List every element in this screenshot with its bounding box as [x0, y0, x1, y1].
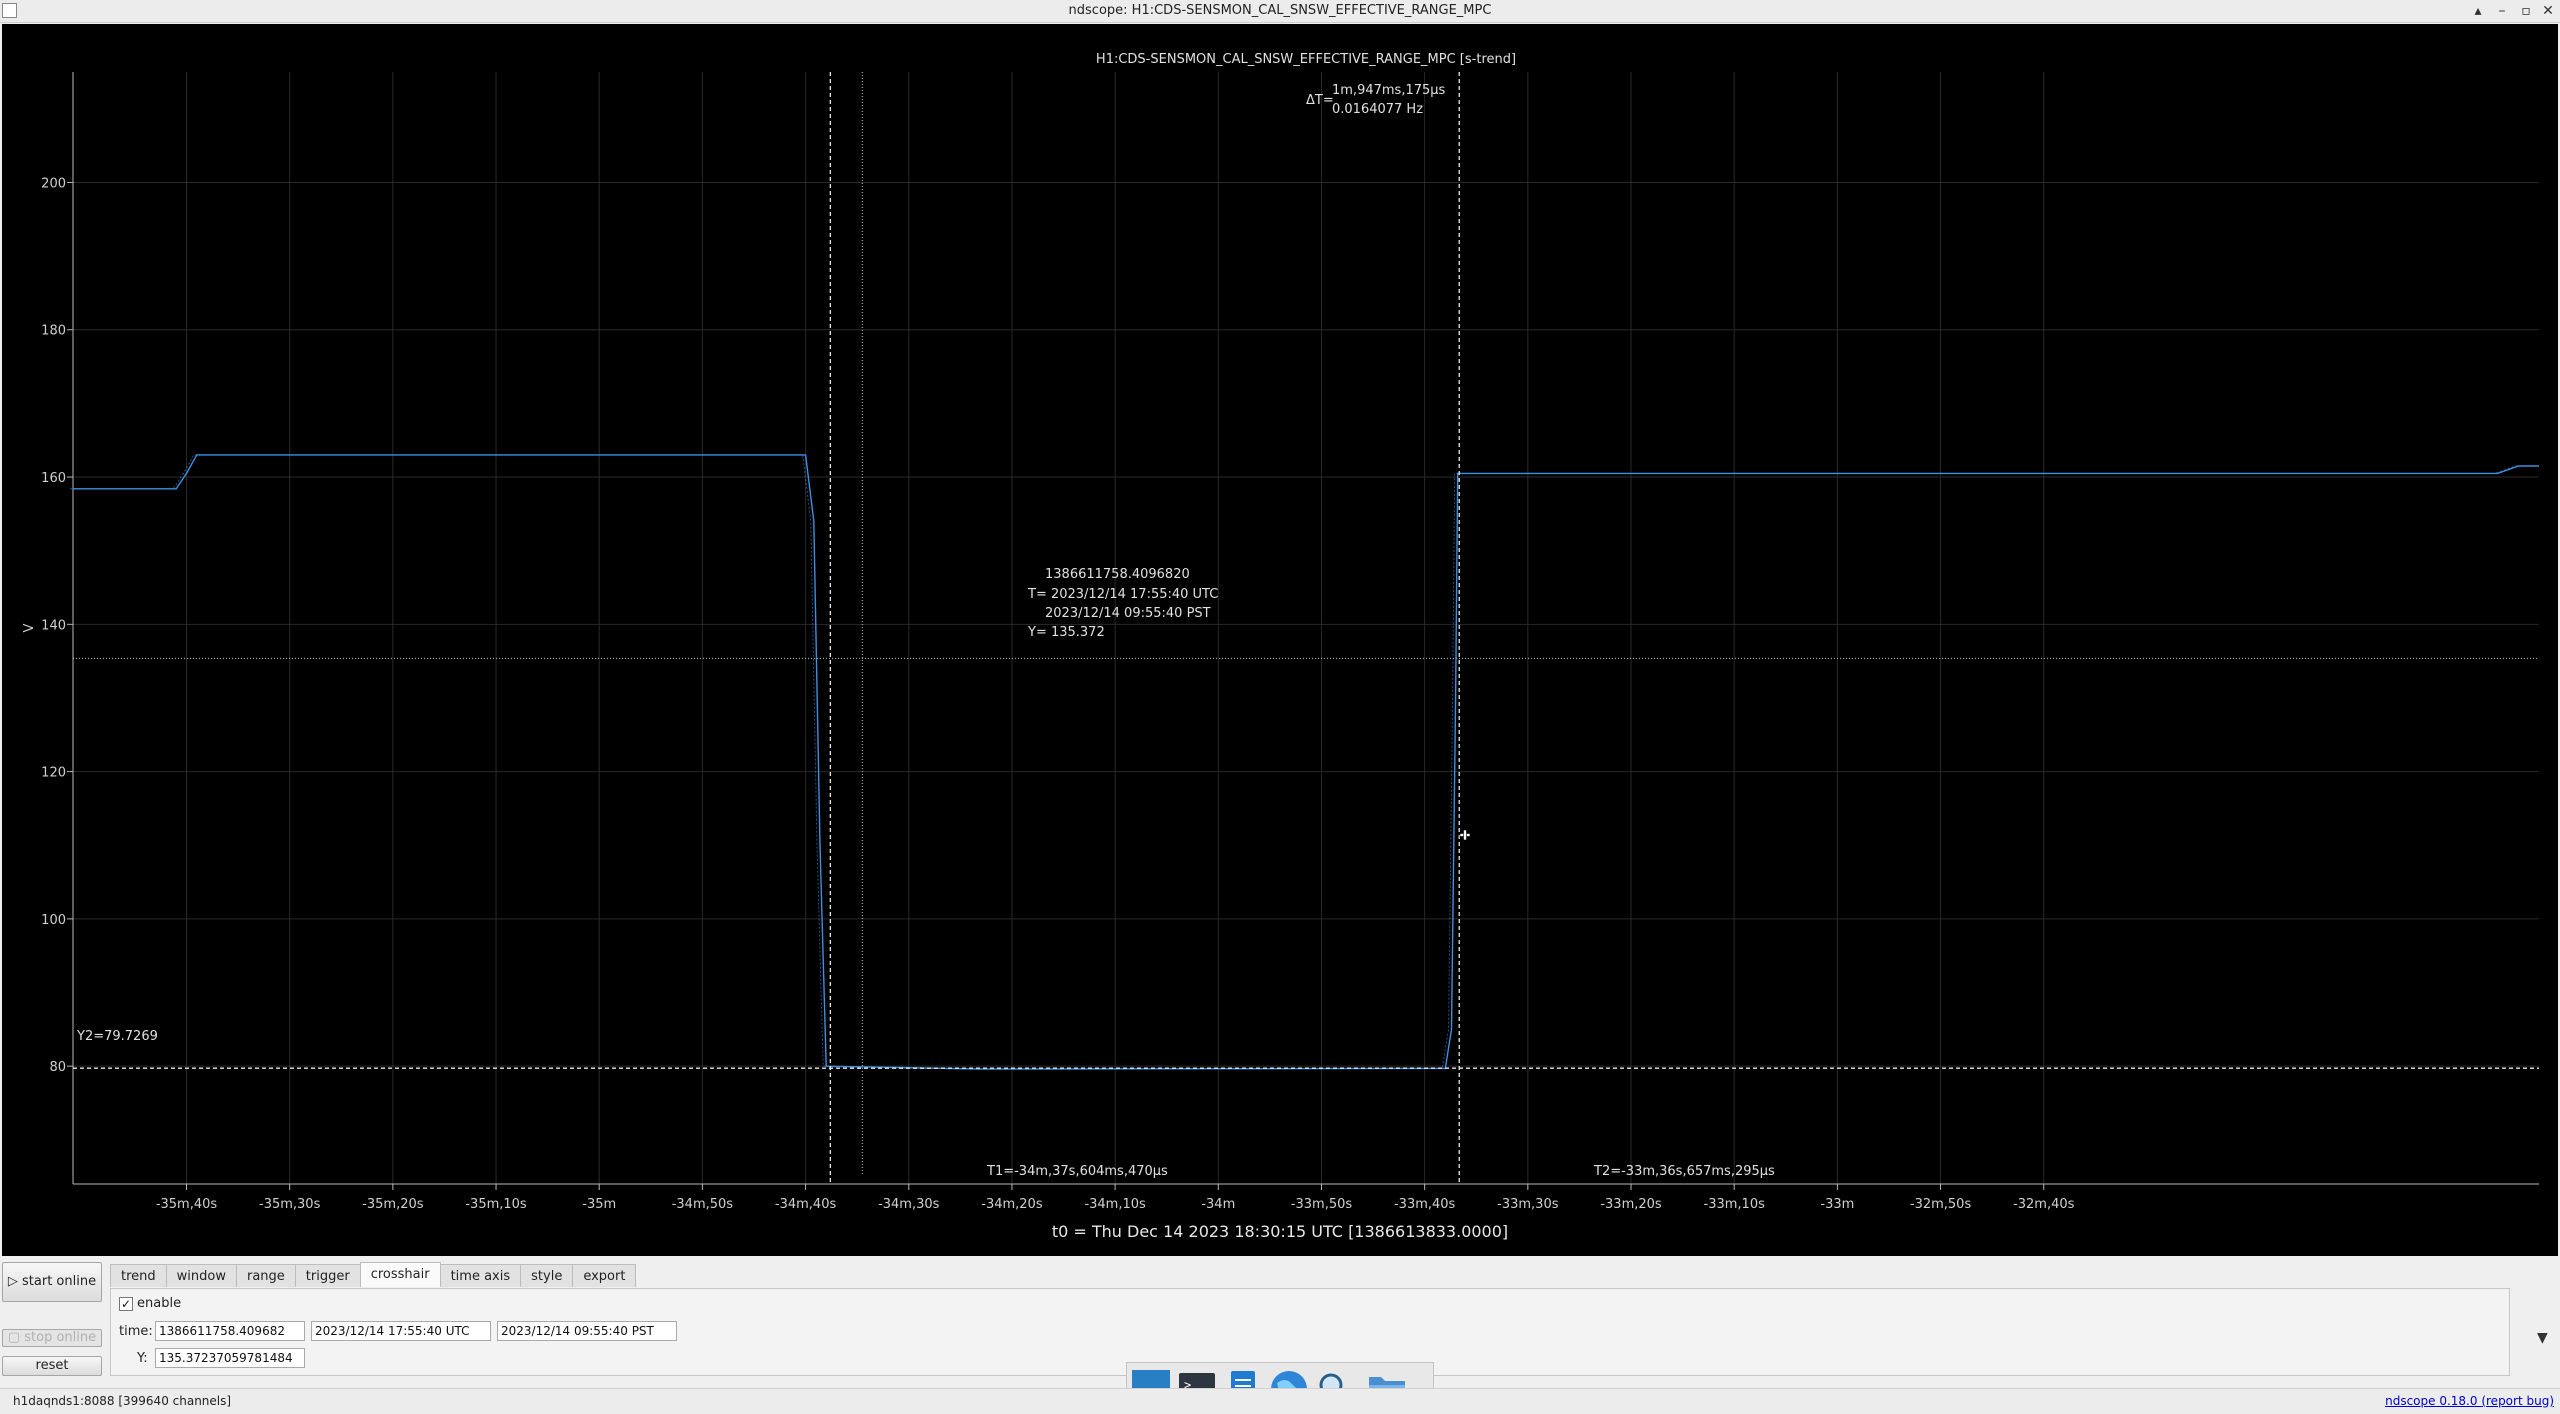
y-axis-label: V: [22, 623, 37, 632]
x-tick-label: -35m,10s: [465, 1197, 527, 1212]
crosshair-utc-readout: T= 2023/12/14 17:55:40 UTC: [1027, 587, 1218, 602]
x-tick-label: -32m,50s: [1910, 1197, 1972, 1212]
reset-button[interactable]: reset: [2, 1356, 102, 1376]
x-tick-label: -34m: [1201, 1197, 1235, 1212]
cursor-layer[interactable]: [73, 72, 2539, 1184]
y-tick-label: 140: [41, 618, 66, 633]
tab-trigger[interactable]: trigger: [294, 1264, 361, 1287]
t2-cursor-label: T2=-33m,36s,657ms,295μs: [1593, 1164, 1775, 1179]
shade-window-icon[interactable]: ▴: [2468, 1, 2488, 21]
crosshair-pst-readout: 2023/12/14 09:55:40 PST: [1045, 606, 1211, 621]
delta-t-label: ΔT=: [1306, 93, 1334, 108]
enable-checkbox[interactable]: ✓: [119, 1297, 133, 1311]
channel-title: H1:CDS-SENSMON_CAL_SNSW_EFFECTIVE_RANGE_…: [1096, 52, 1516, 67]
delta-t-value: 1m,947ms,175μs: [1332, 83, 1446, 98]
stop-online-button[interactable]: ▢ stop online: [2, 1329, 102, 1347]
x-tick-label: -33m,50s: [1291, 1197, 1353, 1212]
x-tick-label: -34m,40s: [775, 1197, 837, 1212]
crosshair-y-readout: Y= 135.372: [1027, 625, 1105, 640]
trace-envelope-0: [70, 454, 2536, 1070]
x-tick-label: -35m,40s: [156, 1197, 218, 1212]
x-ticks: -35m,40s -35m,30s -35m,20s -35m,10s -35m -34m…: [156, 1184, 2075, 1212]
tab-crosshair[interactable]: crosshair: [359, 1262, 441, 1287]
minimize-window-icon[interactable]: –: [2492, 1, 2512, 21]
window-title: ndscope: H1:CDS-SENSMON_CAL_SNSW_EFFECTI…: [1068, 3, 1492, 18]
y-tick-label: 200: [41, 176, 66, 191]
y-tick-label: 160: [41, 471, 66, 486]
plot-canvas[interactable]: 80100120140160180200 -35m,40s -35m,30s -35…: [2, 24, 2558, 1256]
time-pst-field[interactable]: 2023/12/14 09:55:40 PST: [497, 1321, 677, 1341]
tab-time-axis[interactable]: time axis: [439, 1264, 522, 1287]
status-bar: h1daqnds1:8088 [399640 channels] ndscope…: [0, 1388, 2560, 1414]
mouse-pointer-icon: [1459, 829, 1471, 841]
y-tick-label: 120: [41, 766, 66, 781]
y-label: Y:: [137, 1351, 148, 1366]
axes: [72, 72, 2539, 1185]
x-tick-label: -34m,20s: [981, 1197, 1043, 1212]
x-tick-label: -33m,30s: [1497, 1197, 1559, 1212]
trace-line-0: [73, 454, 2539, 1070]
report-bug-link[interactable]: (report bug): [2481, 1394, 2554, 1408]
server-status: h1daqnds1:8088 [399640 channels]: [13, 1394, 232, 1408]
time-utc-field[interactable]: 2023/12/14 17:55:40 UTC: [311, 1321, 491, 1341]
start-online-button[interactable]: ▷ start online: [2, 1262, 102, 1302]
y-tick-label: 80: [49, 1060, 66, 1075]
trace-layer: [70, 454, 2539, 1070]
x-tick-label: -33m,10s: [1704, 1197, 1766, 1212]
plot-area[interactable]: 80 100 120 140 160 180 200 -35m,40s -35m,30s -35…: [2, 24, 2558, 1256]
close-window-icon[interactable]: ✕: [2538, 1, 2558, 21]
tab-export[interactable]: export: [572, 1264, 637, 1287]
t1-cursor-label: T1=-34m,37s,604ms,470μs: [986, 1164, 1168, 1179]
window-titlebar: ndscope: H1:CDS-SENSMON_CAL_SNSW_EFFECTI…: [0, 0, 2560, 23]
time-gps-field[interactable]: 1386611758.409682: [155, 1321, 305, 1341]
y-ticks: 80 100 120 140 160 180 200: [41, 176, 73, 1075]
x-tick-label: -32m,40s: [2013, 1197, 2075, 1212]
grid-lines: [73, 72, 2539, 1184]
tab-style[interactable]: style: [520, 1264, 574, 1287]
tab-window[interactable]: window: [165, 1264, 237, 1287]
delta-f-value: 0.0164077 Hz: [1332, 102, 1423, 117]
collapse-panel-icon[interactable]: ▼: [2537, 1330, 2548, 1346]
control-tabs: trend window range trigger crosshair time axi…: [110, 1262, 637, 1288]
version-links: ndscope 0.18.0 (report bug): [2385, 1394, 2554, 1408]
x-tick-label: -34m,50s: [672, 1197, 734, 1212]
y-value-field[interactable]: 135.37237059781484: [155, 1348, 305, 1368]
x-tick-label: -35m,20s: [362, 1197, 424, 1212]
y2-cursor-label: Y2=79.7269: [76, 1029, 158, 1044]
x-tick-label: -34m,30s: [878, 1197, 940, 1212]
x-tick-label: -33m: [1820, 1197, 1854, 1212]
y-tick-label: 180: [41, 324, 66, 339]
version-link[interactable]: ndscope 0.18.0: [2385, 1394, 2477, 1408]
x-tick-label: -35m,30s: [259, 1197, 321, 1212]
maximize-window-icon[interactable]: ▫: [2516, 1, 2536, 21]
y-tick-label: 100: [41, 913, 66, 928]
crosshair-gps-readout: 1386611758.4096820: [1045, 567, 1190, 582]
t0-label: t0 = Thu Dec 14 2023 18:30:15 UTC [13866…: [1052, 1222, 1508, 1241]
time-label: time:: [119, 1324, 153, 1339]
x-tick-label: -33m,40s: [1394, 1197, 1456, 1212]
tab-trend[interactable]: trend: [110, 1264, 167, 1287]
enable-label: enable: [137, 1296, 182, 1311]
x-tick-label: -34m,10s: [1084, 1197, 1146, 1212]
x-tick-label: -33m,20s: [1600, 1197, 1662, 1212]
x-tick-label: -35m: [582, 1197, 616, 1212]
tab-range[interactable]: range: [235, 1264, 296, 1287]
